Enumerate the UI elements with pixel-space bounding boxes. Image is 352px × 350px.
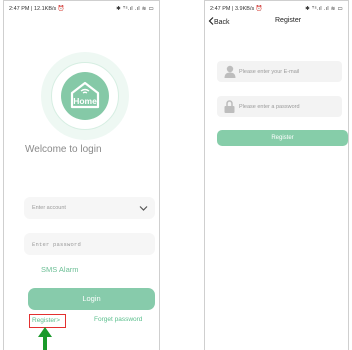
arrow-up-icon [38,327,52,350]
login-button[interactable]: Login [28,288,155,310]
password-input[interactable]: Enter password [24,233,155,255]
status-icons: ✱ ᵀˢ.ıl .ıl ≋ ▭ [116,6,154,12]
password-field[interactable]: Please enter a password [217,96,342,117]
status-time: 2:47 PM | 3.9KB/s ⏰ [210,6,263,12]
page-title: Register [275,17,302,24]
status-time: 2:47 PM | 12.1KB/s ⏰ [9,6,65,12]
account-input[interactable]: Enter account [24,197,155,219]
home-logo-icon: Home [70,81,100,109]
lock-icon [224,100,235,113]
back-button[interactable]: Back [208,17,230,26]
status-bar: 2:47 PM | 12.1KB/s ⏰ ✱ ᵀˢ.ıl .ıl ≋ ▭ [4,1,159,15]
password-placeholder: Enter password [32,241,82,248]
status-icons: ✱ ᵀˢ.ıl .ıl ≋ ▭ [305,6,343,12]
welcome-heading: Welcome to login [25,144,102,155]
register-link[interactable]: Register> [29,314,66,328]
forget-password-link[interactable]: Forget password [94,316,142,323]
back-label: Back [214,19,230,26]
email-placeholder: Please enter your E-mail [239,68,300,75]
chevron-down-icon[interactable] [139,204,148,212]
register-button[interactable]: Register [217,130,348,146]
account-placeholder: Enter account [32,205,66,211]
password-placeholder: Please enter a password [239,103,300,110]
status-bar: 2:47 PM | 3.9KB/s ⏰ ✱ ᵀˢ.ıl .ıl ≋ ▭ [205,1,348,15]
email-field[interactable]: Please enter your E-mail [217,61,342,82]
sms-alarm-link[interactable]: SMS Alarm [41,265,79,274]
login-screen: 2:47 PM | 12.1KB/s ⏰ ✱ ᵀˢ.ıl .ıl ≋ ▭ Hom… [3,0,160,350]
user-icon [224,65,236,78]
logo: Home [41,52,129,140]
logo-text: Home [73,96,97,106]
register-screen: 2:47 PM | 3.9KB/s ⏰ ✱ ᵀˢ.ıl .ıl ≋ ▭ Back… [204,0,349,350]
